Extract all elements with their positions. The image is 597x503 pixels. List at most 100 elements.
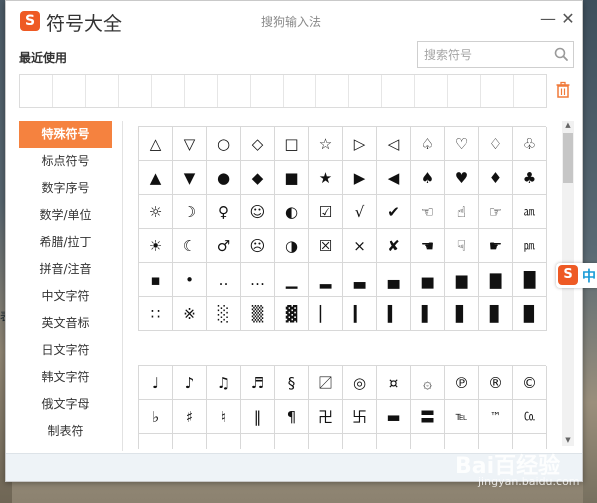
symbol-cell[interactable]: ▌ — [411, 297, 445, 331]
symbol-cell[interactable] — [445, 434, 479, 449]
recent-slot[interactable] — [185, 75, 218, 107]
symbol-cell[interactable]: ▲ — [139, 161, 173, 195]
symbol-cell[interactable]: ™ — [479, 400, 513, 434]
symbol-cell[interactable]: √ — [343, 195, 377, 229]
symbol-cell[interactable]: ☟ — [445, 229, 479, 263]
symbol-cell[interactable]: ♧ — [513, 127, 547, 161]
symbol-cell[interactable]: ☚ — [411, 229, 445, 263]
symbol-cell[interactable]: ☽ — [173, 195, 207, 229]
symbol-cell[interactable]: ♀ — [207, 195, 241, 229]
symbol-cell[interactable]: ℗ — [445, 366, 479, 400]
symbol-cell[interactable]: ♬ — [241, 366, 275, 400]
recent-slot[interactable] — [218, 75, 251, 107]
symbol-cell[interactable] — [139, 434, 173, 449]
symbol-cell[interactable]: • — [173, 263, 207, 297]
symbol-cell[interactable]: ▂ — [309, 263, 343, 297]
sidebar-item-category[interactable]: 数字序号 — [19, 175, 112, 202]
scroll-thumb[interactable] — [563, 133, 573, 183]
search-box[interactable] — [417, 41, 574, 68]
search-input[interactable] — [418, 42, 548, 67]
symbol-cell[interactable]: ▍ — [377, 297, 411, 331]
symbol-cell[interactable] — [241, 434, 275, 449]
symbol-cell[interactable] — [411, 434, 445, 449]
symbol-cell[interactable]: ◀ — [377, 161, 411, 195]
symbol-cell[interactable]: ▷ — [343, 127, 377, 161]
symbol-cell[interactable]: ♥ — [445, 161, 479, 195]
symbol-cell[interactable]: ※ — [173, 297, 207, 331]
symbol-cell[interactable]: ♭ — [139, 400, 173, 434]
recent-slot[interactable] — [152, 75, 185, 107]
symbol-cell[interactable]: ♮ — [207, 400, 241, 434]
trash-icon[interactable] — [555, 81, 571, 99]
symbol-cell[interactable]: ✔ — [377, 195, 411, 229]
symbol-cell[interactable]: ▄ — [377, 263, 411, 297]
symbol-cell[interactable]: ♤ — [411, 127, 445, 161]
search-icon[interactable] — [553, 46, 569, 62]
symbol-cell[interactable]: ▎ — [343, 297, 377, 331]
symbol-cell[interactable]: ♢ — [479, 127, 513, 161]
symbol-cell[interactable]: ▼ — [173, 161, 207, 195]
sidebar-item-category[interactable]: 标点符号 — [19, 148, 112, 175]
symbol-cell[interactable]: ☹ — [241, 229, 275, 263]
symbol-cell[interactable]: ☑ — [309, 195, 343, 229]
symbol-cell[interactable]: ◑ — [275, 229, 309, 263]
symbol-cell[interactable]: 卐 — [343, 400, 377, 434]
symbol-cell[interactable]: ♣ — [513, 161, 547, 195]
recent-slot[interactable] — [251, 75, 284, 107]
recent-slot[interactable] — [349, 75, 383, 107]
symbol-cell[interactable]: ☀ — [139, 229, 173, 263]
scroll-down-icon[interactable]: ▼ — [562, 436, 574, 446]
symbol-cell[interactable]: ☜ — [411, 195, 445, 229]
symbol-cell[interactable]: ▊ — [479, 297, 513, 331]
symbol-cell[interactable]: ♦ — [479, 161, 513, 195]
sidebar-item-category[interactable]: 制表符 — [19, 418, 112, 445]
symbol-cell[interactable]: ▏ — [309, 297, 343, 331]
symbol-cell[interactable]: ☆ — [309, 127, 343, 161]
symbol-cell[interactable]: ▒ — [241, 297, 275, 331]
ime-floating-badge[interactable]: S 中 — [556, 263, 597, 288]
symbol-cell[interactable]: ▋ — [445, 297, 479, 331]
symbol-cell[interactable]: ㏇ — [513, 400, 547, 434]
symbol-cell[interactable]: ○ — [207, 127, 241, 161]
symbol-cell[interactable]: § — [275, 366, 309, 400]
symbol-cell[interactable]: ∷ — [139, 297, 173, 331]
close-button[interactable]: ✕ — [558, 9, 578, 29]
symbol-cell[interactable]: ¤ — [377, 366, 411, 400]
symbol-cell[interactable] — [377, 434, 411, 449]
title-bar[interactable]: S 符号大全 搜狗输入法 — ✕ — [6, 1, 582, 41]
symbol-cell[interactable]: ☝ — [445, 195, 479, 229]
symbol-cell[interactable]: ◇ — [241, 127, 275, 161]
symbol-cell[interactable]: ☺ — [241, 195, 275, 229]
symbol-cell[interactable]: ★ — [309, 161, 343, 195]
symbol-cell[interactable]: ▅ — [411, 263, 445, 297]
symbol-cell[interactable]: □ — [275, 127, 309, 161]
symbol-cell[interactable]: © — [513, 366, 547, 400]
sidebar-item-category[interactable]: 希腊/拉丁 — [19, 229, 112, 256]
symbol-cell[interactable]: ▃ — [343, 263, 377, 297]
symbol-cell[interactable]: ▬ — [377, 400, 411, 434]
symbol-cell[interactable]: ♫ — [207, 366, 241, 400]
recent-slot[interactable] — [415, 75, 449, 107]
symbol-cell[interactable]: 卍 — [309, 400, 343, 434]
symbol-cell[interactable] — [275, 434, 309, 449]
symbol-cell[interactable]: ۞ — [411, 366, 445, 400]
symbol-cell[interactable]: ☼ — [139, 195, 173, 229]
symbol-cell[interactable]: × — [343, 229, 377, 263]
symbol-cell[interactable]: ● — [207, 161, 241, 195]
symbol-cell[interactable]: ♯ — [173, 400, 207, 434]
symbol-cell[interactable]: █ — [513, 263, 547, 297]
symbol-cell[interactable]: ◎ — [343, 366, 377, 400]
symbol-cell[interactable]: ♡ — [445, 127, 479, 161]
symbol-cell[interactable]: ♪ — [173, 366, 207, 400]
symbol-cell[interactable]: ▶ — [343, 161, 377, 195]
symbol-cell[interactable]: ▪ — [139, 263, 173, 297]
recent-slot[interactable] — [119, 75, 152, 107]
symbol-cell[interactable]: ® — [479, 366, 513, 400]
recent-slot[interactable] — [53, 75, 86, 107]
symbol-cell[interactable]: ♩ — [139, 366, 173, 400]
symbol-cell[interactable] — [207, 434, 241, 449]
symbol-cell[interactable]: ▓ — [275, 297, 309, 331]
symbol-cell[interactable]: ㏂ — [513, 195, 547, 229]
symbol-cell[interactable]: … — [241, 263, 275, 297]
symbol-cell[interactable] — [173, 434, 207, 449]
